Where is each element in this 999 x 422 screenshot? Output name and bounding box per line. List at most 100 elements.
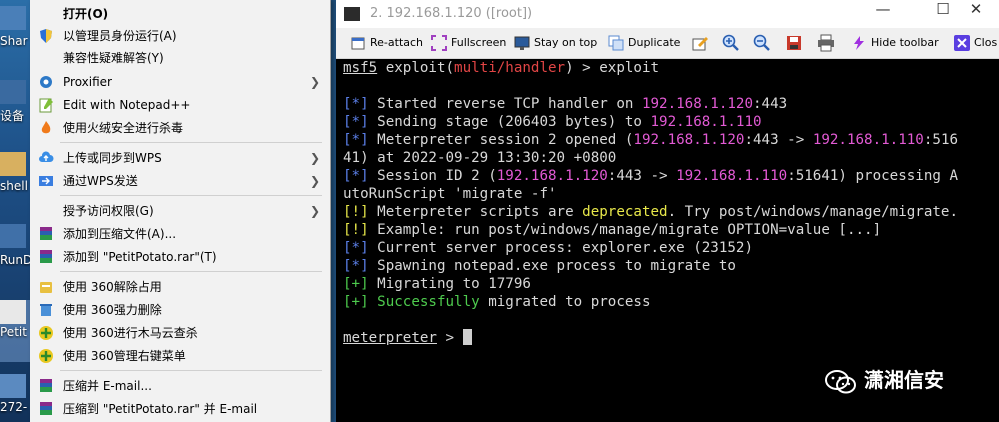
fullscreen-label: Fullscreen: [451, 36, 507, 49]
menu-item-add-archive[interactable]: 添加到压缩文件(A)...: [30, 223, 330, 245]
menu-item-label: 上传或同步到WPS: [63, 151, 162, 165]
desktop-app-icon[interactable]: [0, 80, 26, 104]
terminal-line: [*] Spawning notepad.exe process to migr…: [343, 257, 736, 275]
status-tag: [*]: [343, 132, 369, 148]
menu-item-compress-email[interactable]: 压缩并 E-mail...: [30, 375, 330, 397]
menu-item-label: 使用 360解除占用: [63, 280, 162, 294]
menu-item-360-scan[interactable]: 使用 360进行木马云查杀: [30, 322, 330, 344]
menu-item-label: Proxifier: [63, 75, 112, 89]
term-text: :443: [753, 96, 788, 112]
winrar-icon: [40, 379, 52, 392]
minimize-button[interactable]: —: [860, 0, 906, 28]
desktop-label[interactable]: 设备: [0, 107, 24, 124]
term-text: Current server process: explorer.exe (23…: [368, 240, 753, 256]
context-menu: 打开(O) 以管理员身份运行(A) 兼容性疑难解答(Y) Proxifier ❯…: [30, 0, 331, 422]
menu-item-run-as-admin[interactable]: 以管理员身份运行(A): [30, 25, 330, 47]
menu-item-compress-rar-email[interactable]: 压缩到 "PetitPotato.rar" 并 E-mail: [30, 398, 330, 420]
menu-item-label: 打开(O): [63, 7, 109, 21]
close-button[interactable]: ✕: [953, 0, 999, 28]
menu-item-huorong[interactable]: 使用火绒安全进行杀毒: [30, 117, 330, 139]
menu-item-grant-access[interactable]: 授予访问权限(G) ❯: [30, 200, 330, 222]
status-tag: [*]: [343, 240, 369, 256]
status-tag: [*]: [343, 96, 369, 112]
terminal-line: 41) at 2022-09-29 13:30:20 +0800: [343, 150, 617, 166]
shield-icon: [40, 29, 52, 43]
reattach-icon: [351, 37, 365, 50]
file-icon[interactable]: [0, 300, 26, 324]
menu-item-wps-send[interactable]: 通过WPS发送 ❯: [30, 170, 330, 192]
duplicate-button[interactable]: Duplicate: [608, 34, 680, 52]
chevron-right-icon: ❯: [309, 75, 320, 89]
menu-item-label: 压缩到 "PetitPotato.rar" 并 E-mail: [63, 402, 258, 416]
menu-item-label: 以管理员身份运行(A): [63, 29, 177, 43]
desktop-label[interactable]: Shar: [0, 34, 28, 48]
ip-address: 192.168.1.120: [496, 168, 608, 184]
zoom-in-icon[interactable]: [722, 34, 740, 52]
stay-on-top-label: Stay on top: [534, 36, 598, 49]
term-text: Meterpreter scripts are: [368, 204, 583, 220]
ip-address: 192.168.1.110: [812, 132, 924, 148]
stay-on-top-button[interactable]: Stay on top: [514, 34, 597, 52]
menu-item-360-unlock[interactable]: 使用 360解除占用: [30, 276, 330, 298]
desktop-label[interactable]: 272-: [0, 400, 27, 414]
menu-separator: [60, 142, 322, 143]
menu-item-add-to-rar[interactable]: 添加到 "PetitPotato.rar"(T): [30, 246, 330, 268]
360-delete-icon: [40, 304, 52, 316]
desktop-app-icon[interactable]: [0, 6, 26, 30]
terminal-line: utoRunScript 'migrate -f': [343, 186, 557, 202]
menu-item-open[interactable]: 打开(O): [30, 3, 330, 25]
desktop-app-icon[interactable]: [0, 224, 26, 248]
window-title: 2. 192.168.1.120 ([root]): [370, 6, 533, 21]
terminal-line: [*] Session ID 2 (192.168.1.120:443 -> 1…: [343, 167, 958, 185]
close-toolbar-label: Clos: [974, 36, 998, 49]
menu-item-compatibility[interactable]: 兼容性疑难解答(Y): [30, 47, 330, 69]
winrar-icon: [40, 250, 52, 263]
close-toolbar-button[interactable]: Clos: [954, 34, 997, 52]
success-tag: [+]: [343, 294, 369, 310]
term-text: Started reverse TCP handler on: [368, 96, 642, 112]
watermark-text: 潇湘信安: [864, 368, 944, 392]
menu-item-notepadpp[interactable]: Edit with Notepad++: [30, 94, 330, 116]
menu-item-proxifier[interactable]: Proxifier ❯: [30, 71, 330, 93]
menu-item-360-menu[interactable]: 使用 360管理右键菜单: [30, 345, 330, 367]
terminal-window: 2. 192.168.1.120 ([root]) — ☐ ✕ Re-attac…: [336, 0, 999, 422]
menu-item-label: 添加到压缩文件(A)...: [63, 227, 177, 241]
reattach-button[interactable]: Re-attach: [350, 34, 423, 52]
module-name: multi/handler: [454, 60, 566, 76]
desktop-label[interactable]: Petit: [0, 325, 27, 339]
fullscreen-button[interactable]: Fullscreen: [431, 34, 506, 52]
edit-icon[interactable]: [691, 34, 709, 52]
terminal-line: [*] Sending stage (206403 bytes) to 192.…: [343, 113, 762, 131]
360-scan-icon: [39, 326, 53, 340]
folder-icon[interactable]: [0, 152, 26, 176]
term-text: ) > exploit: [565, 60, 660, 76]
menu-separator: [60, 195, 322, 196]
menu-item-wps-upload[interactable]: 上传或同步到WPS ❯: [30, 147, 330, 169]
term-text: Spawning notepad.exe process to migrate …: [368, 258, 736, 274]
save-icon[interactable]: [785, 34, 803, 52]
menu-item-label: 使用 360管理右键菜单: [63, 349, 186, 363]
menu-separator: [60, 370, 322, 371]
wechat-icon: [825, 369, 856, 393]
term-text: :443 ->: [744, 132, 813, 148]
notepadpp-icon: [39, 98, 53, 113]
desktop-label[interactable]: RunD: [0, 253, 30, 267]
watermark: 潇湘信安: [824, 364, 944, 393]
proxifier-icon: [40, 76, 52, 88]
print-icon[interactable]: [817, 34, 835, 52]
desktop-background: Shar 设备 shell RunD Petit 272-: [0, 0, 30, 422]
desktop-label[interactable]: shell: [0, 179, 28, 193]
lightning-icon: [854, 36, 864, 50]
menu-separator: [60, 271, 322, 272]
term-text: :516: [923, 132, 959, 148]
menu-item-360-delete[interactable]: 使用 360强力删除: [30, 299, 330, 321]
title-bar[interactable]: 2. 192.168.1.120 ([root]) — ☐ ✕: [336, 0, 999, 28]
hide-toolbar-button[interactable]: Hide toolbar: [851, 34, 939, 52]
menu-item-label: 压缩并 E-mail...: [63, 379, 152, 393]
terminal-line: [*] Current server process: explorer.exe…: [343, 239, 753, 257]
menu-item-label: 兼容性疑难解答(Y): [63, 51, 164, 65]
360-menu-icon: [39, 349, 53, 363]
desktop-app-icon[interactable]: [0, 374, 26, 398]
terminal-line: [+] Successfully migrated to process: [343, 293, 651, 311]
zoom-out-icon[interactable]: [753, 34, 771, 52]
